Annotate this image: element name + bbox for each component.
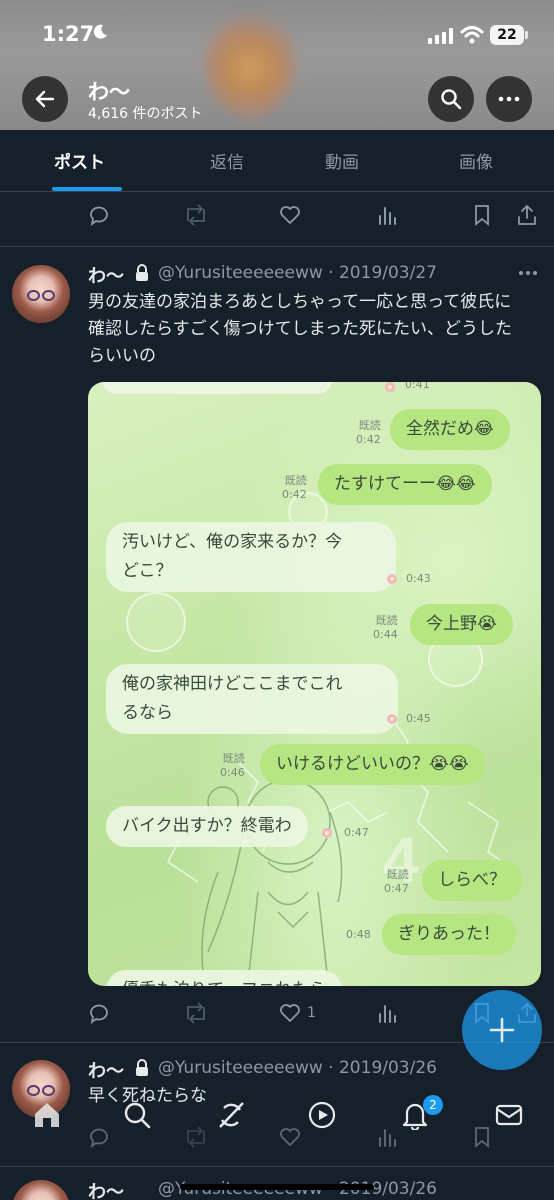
nav-home[interactable] bbox=[32, 1100, 62, 1134]
profile-header: 1:27 22 わ〜 4,616 件のポスト bbox=[0, 0, 554, 130]
back-button[interactable] bbox=[22, 76, 68, 122]
repost-button[interactable] bbox=[183, 1002, 209, 1024]
chat-meta: 既読 0:42 bbox=[282, 474, 307, 501]
share-icon bbox=[518, 205, 536, 225]
chat-meta: 既読 0:46 bbox=[220, 752, 245, 779]
compose-button[interactable] bbox=[462, 990, 542, 1070]
home-indicator[interactable] bbox=[180, 1184, 374, 1190]
battery-tip bbox=[525, 31, 528, 39]
repost-icon bbox=[187, 204, 205, 226]
tab-images[interactable]: 画像 bbox=[459, 148, 493, 173]
chat-meta: 既読 0:42 bbox=[356, 419, 381, 446]
lock-icon bbox=[136, 1059, 148, 1076]
views-icon bbox=[379, 207, 396, 225]
post-count: 4,616 件のポスト bbox=[88, 106, 203, 122]
chat-bubble-sent: 今上野😭 bbox=[410, 604, 513, 645]
active-tab-indicator bbox=[52, 187, 122, 191]
profile-tabs: ポスト 返信 動画 画像 bbox=[0, 130, 554, 192]
tweet-image[interactable]: 4 0:41 既読 0:42 全然だめ😂 既読 0:42 たすけてーー😂😂 汚いけど… bbox=[88, 382, 541, 986]
nav-video[interactable] bbox=[307, 1100, 337, 1134]
chat-time: 0:41 bbox=[405, 382, 430, 391]
chat-meta: 既読 0:47 bbox=[384, 868, 409, 895]
header-banner-image bbox=[205, 8, 295, 118]
tweet-text: 男の友達の家泊まろあとしちゃって一応と思って彼氏に確認したらすごく傷つけてしまっ… bbox=[88, 292, 512, 366]
tab-posts[interactable]: ポスト bbox=[54, 148, 105, 173]
moon-icon bbox=[93, 24, 107, 39]
tweet-author-name[interactable]: わ〜 bbox=[88, 262, 124, 288]
chat-time: 0:47 bbox=[344, 826, 369, 839]
profile-name: わ〜 bbox=[88, 80, 130, 104]
reply-icon bbox=[90, 206, 108, 226]
tab-videos[interactable]: 動画 bbox=[325, 148, 359, 173]
tweet-divider bbox=[0, 246, 554, 247]
search-icon bbox=[441, 89, 462, 110]
signal-icon bbox=[428, 28, 453, 44]
mail-icon bbox=[495, 1104, 523, 1126]
reply-button[interactable] bbox=[88, 204, 110, 226]
search-icon bbox=[124, 1102, 151, 1129]
bottom-navigation bbox=[0, 1080, 554, 1200]
repost-button[interactable] bbox=[183, 204, 209, 226]
notification-badge: 2 bbox=[423, 1095, 443, 1115]
chat-bubble-received: 俺の家神田けどここまでこれ るなら bbox=[106, 664, 398, 734]
share-button[interactable] bbox=[516, 204, 538, 226]
views-button[interactable] bbox=[376, 204, 398, 226]
chat-time: 0:48 bbox=[346, 928, 371, 941]
tab-replies[interactable]: 返信 bbox=[210, 148, 244, 173]
tweet-more-icon[interactable] bbox=[518, 270, 538, 276]
back-arrow-icon bbox=[35, 90, 55, 108]
wifi-icon bbox=[460, 26, 484, 44]
reply-button[interactable] bbox=[88, 1002, 110, 1024]
like-button[interactable] bbox=[279, 204, 301, 226]
flower-icon bbox=[387, 574, 397, 584]
like-icon bbox=[280, 1004, 300, 1022]
nav-explore[interactable] bbox=[122, 1100, 152, 1134]
tweet-handle-date[interactable]: @Yurusiteeeeeeww · 2019/03/27 bbox=[158, 263, 437, 283]
plus-icon bbox=[489, 1017, 515, 1043]
tweet-handle-date[interactable]: @Yurusiteeeeeeww · 2019/03/26 bbox=[158, 1058, 437, 1078]
more-icon bbox=[498, 96, 520, 102]
flower-icon bbox=[387, 714, 397, 724]
video-icon bbox=[308, 1101, 336, 1129]
bookmark-button[interactable] bbox=[472, 204, 492, 226]
chat-meta: 既読 0:44 bbox=[373, 614, 398, 641]
bookmark-icon bbox=[475, 205, 489, 226]
grok-icon bbox=[219, 1102, 244, 1128]
chat-bubble-cut bbox=[102, 382, 332, 394]
chat-time: 0:45 bbox=[406, 712, 431, 725]
more-button[interactable] bbox=[486, 76, 532, 122]
tweet-actions bbox=[0, 200, 554, 230]
chat-bubble-sent: たすけてーー😂😂 bbox=[318, 464, 492, 505]
chat-bubble-sent: いけるけどいいの？😭😭 bbox=[260, 744, 485, 785]
status-time: 1:27 bbox=[42, 22, 95, 46]
chat-bubble-sent: 全然だめ😂 bbox=[390, 409, 510, 450]
repost-icon bbox=[187, 1002, 205, 1024]
chat-bubble-sent: しらべ？ bbox=[422, 860, 522, 901]
like-count: 1 bbox=[307, 1005, 316, 1021]
lock-icon bbox=[136, 264, 148, 281]
battery-indicator: 22 bbox=[490, 25, 524, 45]
chat-bubble-received: 汚いけど、俺の家来るか？今 どこ？ bbox=[106, 522, 396, 592]
like-button[interactable]: 1 bbox=[279, 1002, 316, 1024]
views-icon bbox=[379, 1005, 396, 1023]
search-button[interactable] bbox=[428, 76, 474, 122]
reply-icon bbox=[90, 1004, 108, 1024]
chat-time: 0:43 bbox=[406, 572, 431, 585]
home-icon bbox=[35, 1103, 59, 1127]
avatar[interactable] bbox=[12, 265, 70, 323]
like-icon bbox=[280, 206, 300, 224]
flower-icon bbox=[385, 382, 395, 392]
chat-bubble-sent: ぎりあった！ bbox=[382, 914, 516, 955]
chat-bubble-received: 優香も泊りて一フニれたら bbox=[106, 970, 342, 986]
flower-icon bbox=[322, 828, 332, 838]
nav-messages[interactable] bbox=[494, 1100, 524, 1134]
views-button[interactable] bbox=[376, 1002, 398, 1024]
nav-grok[interactable] bbox=[216, 1100, 246, 1134]
chat-bubble-received: バイク出すか？終電わ bbox=[106, 806, 308, 847]
